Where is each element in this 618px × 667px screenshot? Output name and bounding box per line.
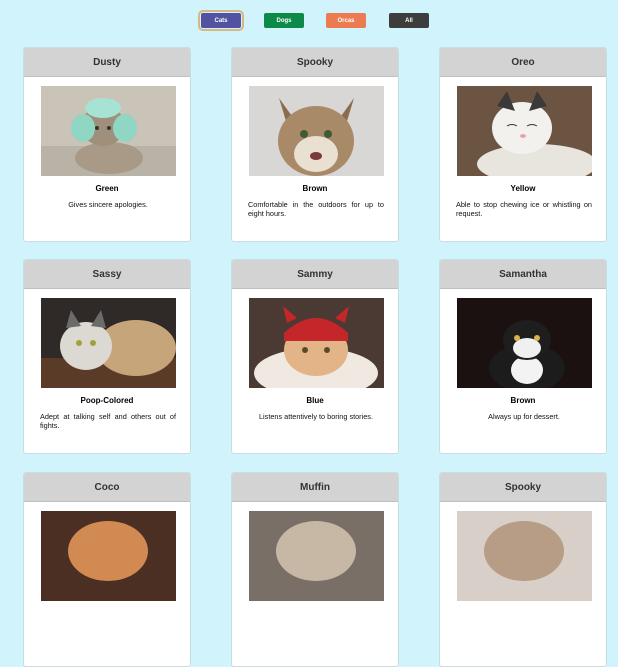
- pet-name: Muffin: [232, 473, 398, 502]
- pet-color: Brown: [302, 184, 328, 193]
- pet-description: Always up for dessert.: [488, 412, 560, 421]
- pet-description: Adept at talking self and others out of …: [40, 412, 176, 430]
- pet-card[interactable]: Dusty Green Gives sincere apologies. Cat: [23, 47, 191, 242]
- pet-color: Blue: [306, 396, 324, 405]
- pet-color: Poop-Colored: [80, 396, 134, 405]
- pet-name: Coco: [24, 473, 190, 502]
- pet-card[interactable]: Oreo Yellow Able to stop chewing ice or …: [439, 47, 607, 242]
- pet-color: Brown: [510, 396, 536, 405]
- pet-card-grid: Dusty Green Gives sincere apologies. Cat…: [0, 0, 618, 667]
- pet-card[interactable]: Sammy Blue Listens attentively to boring…: [231, 259, 399, 454]
- pet-photo: [457, 86, 592, 176]
- pet-name: Sammy: [232, 260, 398, 289]
- pet-card[interactable]: Spooky: [439, 472, 607, 667]
- pet-description: Listens attentively to boring stories.: [259, 412, 373, 421]
- pet-name: Oreo: [440, 48, 606, 77]
- pet-card[interactable]: Sassy Poop-Colored Adept at talking self…: [23, 259, 191, 454]
- pet-photo: [41, 86, 176, 176]
- pet-photo: [457, 298, 592, 388]
- pet-photo: [249, 86, 384, 176]
- pet-name: Sassy: [24, 260, 190, 289]
- pet-photo: [249, 511, 384, 601]
- pet-description: Comfortable in the outdoors for up to ei…: [248, 200, 384, 218]
- pet-card[interactable]: Spooky Brown Comfortable in the outdoors…: [231, 47, 399, 242]
- pet-description: Able to stop chewing ice or whistling on…: [456, 200, 592, 218]
- pet-color: Yellow: [510, 184, 536, 193]
- pet-name: Samantha: [440, 260, 606, 289]
- pet-name: Spooky: [440, 473, 606, 502]
- pet-photo: [41, 511, 176, 601]
- pet-photo: [41, 298, 176, 388]
- pet-description: Gives sincere apologies.: [68, 200, 148, 209]
- pet-photo: [249, 298, 384, 388]
- pet-card[interactable]: Coco: [23, 472, 191, 667]
- pet-card[interactable]: Samantha Brown Always up for dessert. Ca…: [439, 259, 607, 454]
- pet-name: Dusty: [24, 48, 190, 77]
- pet-color: Green: [95, 184, 119, 193]
- pet-name: Spooky: [232, 48, 398, 77]
- pet-card[interactable]: Muffin: [231, 472, 399, 667]
- pet-photo: [457, 511, 592, 601]
